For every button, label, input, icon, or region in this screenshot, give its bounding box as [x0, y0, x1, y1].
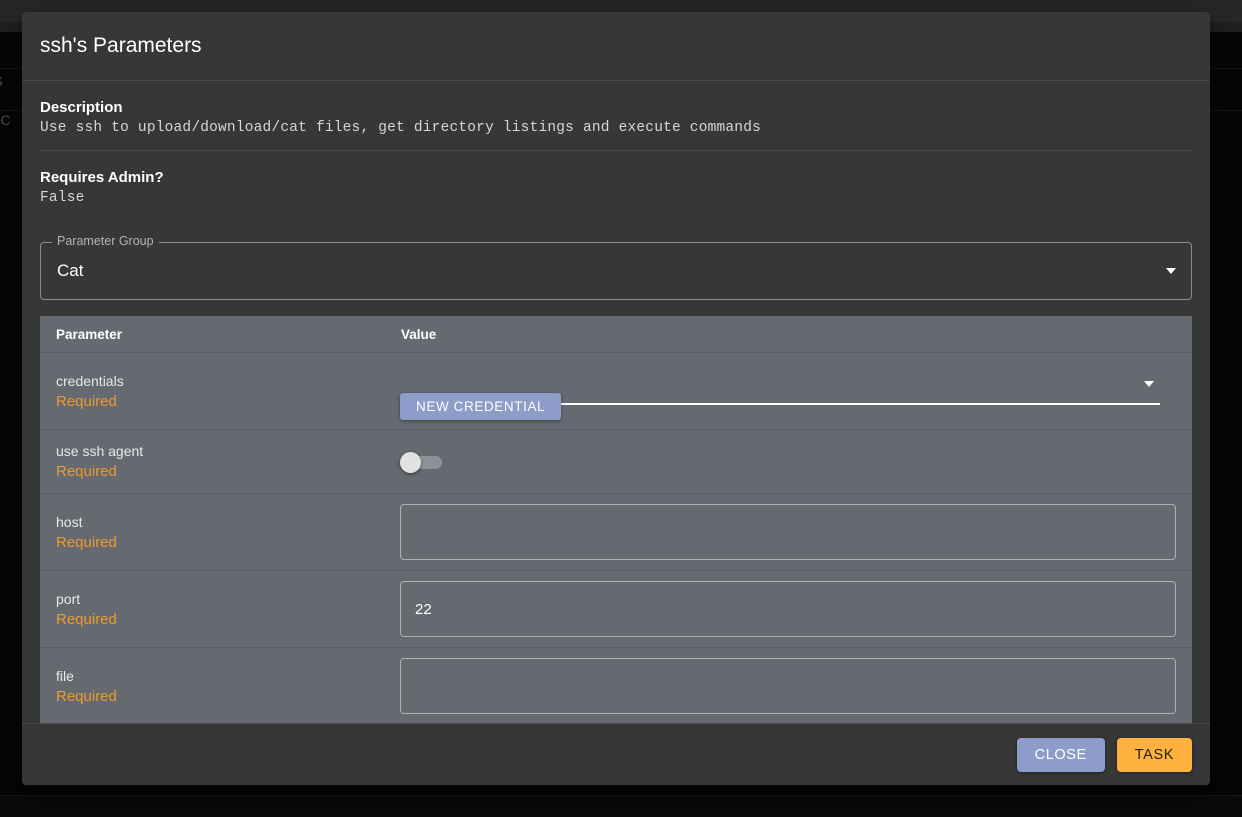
file-input[interactable]: [400, 658, 1176, 714]
parameters-table: Parameter Value credentials Required NEW…: [40, 316, 1192, 723]
table-row: use ssh agent Required: [40, 430, 1192, 494]
host-input[interactable]: [400, 504, 1176, 560]
parameter-cell: use ssh agent Required: [40, 430, 400, 493]
column-header-parameter: Parameter: [40, 327, 400, 342]
column-header-value: Value: [400, 327, 1192, 342]
parameter-group-field[interactable]: Cat: [40, 242, 1192, 300]
description-label: Description: [40, 99, 1192, 116]
value-cell: [400, 430, 1192, 493]
divider-after-description: [40, 150, 1192, 151]
parameter-group-legend: Parameter Group: [52, 234, 159, 248]
chevron-down-icon: [1166, 268, 1176, 274]
requires-admin-label: Requires Admin?: [40, 169, 1192, 186]
port-input[interactable]: [400, 581, 1176, 637]
value-cell: [400, 648, 1192, 723]
parameter-cell: host Required: [40, 494, 400, 570]
parameter-name: host: [56, 512, 400, 532]
credentials-control: NEW CREDENTIAL: [400, 363, 1176, 419]
parameter-status: Required: [56, 609, 400, 630]
parameter-status: Required: [56, 461, 400, 482]
task-button[interactable]: TASK: [1117, 738, 1192, 772]
use-ssh-agent-toggle[interactable]: [400, 454, 442, 470]
value-cell: [400, 571, 1192, 647]
new-credential-button[interactable]: NEW CREDENTIAL: [400, 393, 561, 420]
parameter-status: Required: [56, 686, 400, 707]
parameter-name: credentials: [56, 371, 400, 391]
parameters-dialog: ssh's Parameters Description Use ssh to …: [22, 12, 1210, 785]
parameter-cell: port Required: [40, 571, 400, 647]
table-row: file Required: [40, 648, 1192, 723]
parameter-name: port: [56, 589, 400, 609]
requires-admin-value: False: [40, 190, 1192, 220]
parameter-cell: file Required: [40, 648, 400, 723]
value-cell: [400, 494, 1192, 570]
parameter-name: file: [56, 666, 400, 686]
parameters-table-header: Parameter Value: [40, 316, 1192, 353]
parameter-group-value: Cat: [57, 261, 83, 281]
parameter-status: Required: [56, 391, 400, 412]
toggle-thumb: [400, 452, 421, 473]
table-row: host Required: [40, 494, 1192, 571]
description-value: Use ssh to upload/download/cat files, ge…: [40, 120, 1192, 150]
parameter-group-select[interactable]: Parameter Group Cat: [40, 242, 1192, 300]
parameter-cell: credentials Required: [40, 353, 400, 429]
dialog-footer: CLOSE TASK: [22, 723, 1210, 785]
table-row: credentials Required NEW CREDENTIAL: [40, 353, 1192, 430]
dialog-title: ssh's Parameters: [22, 12, 1210, 81]
chevron-down-icon: [1144, 381, 1154, 387]
dialog-body: Description Use ssh to upload/download/c…: [22, 81, 1210, 723]
close-button[interactable]: CLOSE: [1017, 738, 1105, 772]
table-row: port Required: [40, 571, 1192, 648]
value-cell: NEW CREDENTIAL: [400, 353, 1192, 429]
parameter-status: Required: [56, 532, 400, 553]
parameter-name: use ssh agent: [56, 441, 400, 461]
